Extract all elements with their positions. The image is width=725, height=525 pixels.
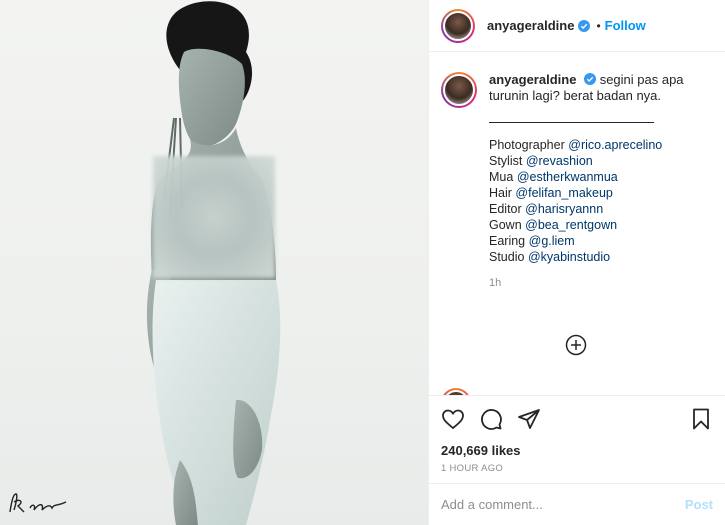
add-comment-bar: Add a comment... Post <box>429 483 725 525</box>
like-heart-icon[interactable] <box>441 407 465 431</box>
comment-avatar[interactable] <box>441 388 471 395</box>
comments-area[interactable]: anyageraldine segini pas apa turunin lag… <box>429 52 725 395</box>
post-comment-button[interactable]: Post <box>685 497 713 512</box>
avatar[interactable] <box>441 8 475 43</box>
mention-link[interactable]: @felifan_makeup <box>515 186 612 200</box>
caption: anyageraldine segini pas apa turunin lag… <box>441 72 713 291</box>
comment-preview: mutiaabone 😍😍 <box>441 388 591 395</box>
credit-line: Hair @felifan_makeup <box>489 186 613 200</box>
post-header: anyageraldine • Follow <box>429 0 725 52</box>
comment-input[interactable]: Add a comment... <box>441 497 685 512</box>
post-container: anyageraldine • Follow anyageraldine seg… <box>0 0 725 525</box>
post-photo[interactable] <box>0 0 428 525</box>
photographer-signature <box>9 493 67 513</box>
comment-bubble-icon[interactable] <box>479 407 503 431</box>
mention-link[interactable]: @kyabinstudio <box>528 250 610 264</box>
mention-link[interactable]: @estherkwanmua <box>517 170 618 184</box>
mention-link[interactable]: @revashion <box>526 154 593 168</box>
separator-dot: • <box>596 18 601 33</box>
caption-time[interactable]: 1h <box>489 275 694 291</box>
mention-link[interactable]: @rico.aprecelino <box>568 138 662 152</box>
load-more-comments-icon[interactable] <box>565 334 587 356</box>
post-timestamp[interactable]: 1 HOUR AGO <box>429 461 725 483</box>
censor-blur <box>153 156 275 278</box>
share-send-icon[interactable] <box>517 407 541 431</box>
credit-line: Photographer @rico.aprecelino <box>489 138 663 152</box>
caption-avatar[interactable] <box>441 72 477 108</box>
credit-line: Editor @harisryannn <box>489 202 604 216</box>
credit-line: Stylist @revashion <box>489 154 593 168</box>
caption-divider <box>489 122 654 123</box>
credit-line: Earing @g.liem <box>489 234 575 248</box>
credit-line: Studio @kyabinstudio <box>489 250 611 264</box>
mention-link[interactable]: @bea_rentgown <box>525 218 617 232</box>
likes-count[interactable]: 240,669 likes <box>429 441 725 461</box>
header-username[interactable]: anyageraldine <box>487 18 574 33</box>
follow-button[interactable]: Follow <box>605 18 646 33</box>
credit-line: Gown @bea_rentgown <box>489 218 618 232</box>
verified-badge-icon <box>578 19 591 32</box>
credit-line: Mua @estherkwanmua <box>489 170 618 184</box>
action-bar <box>429 395 725 441</box>
caption-username[interactable]: anyageraldine <box>489 72 576 87</box>
verified-badge-icon <box>584 73 597 85</box>
mention-link[interactable]: @harisryannn <box>525 202 603 216</box>
post-sidebar: anyageraldine • Follow anyageraldine seg… <box>428 0 725 525</box>
credits-list: Photographer @rico.aprecelino Stylist @r… <box>489 137 694 265</box>
mention-link[interactable]: @g.liem <box>529 234 575 248</box>
save-bookmark-icon[interactable] <box>689 407 713 431</box>
caption-body: anyageraldine segini pas apa turunin lag… <box>489 72 694 291</box>
